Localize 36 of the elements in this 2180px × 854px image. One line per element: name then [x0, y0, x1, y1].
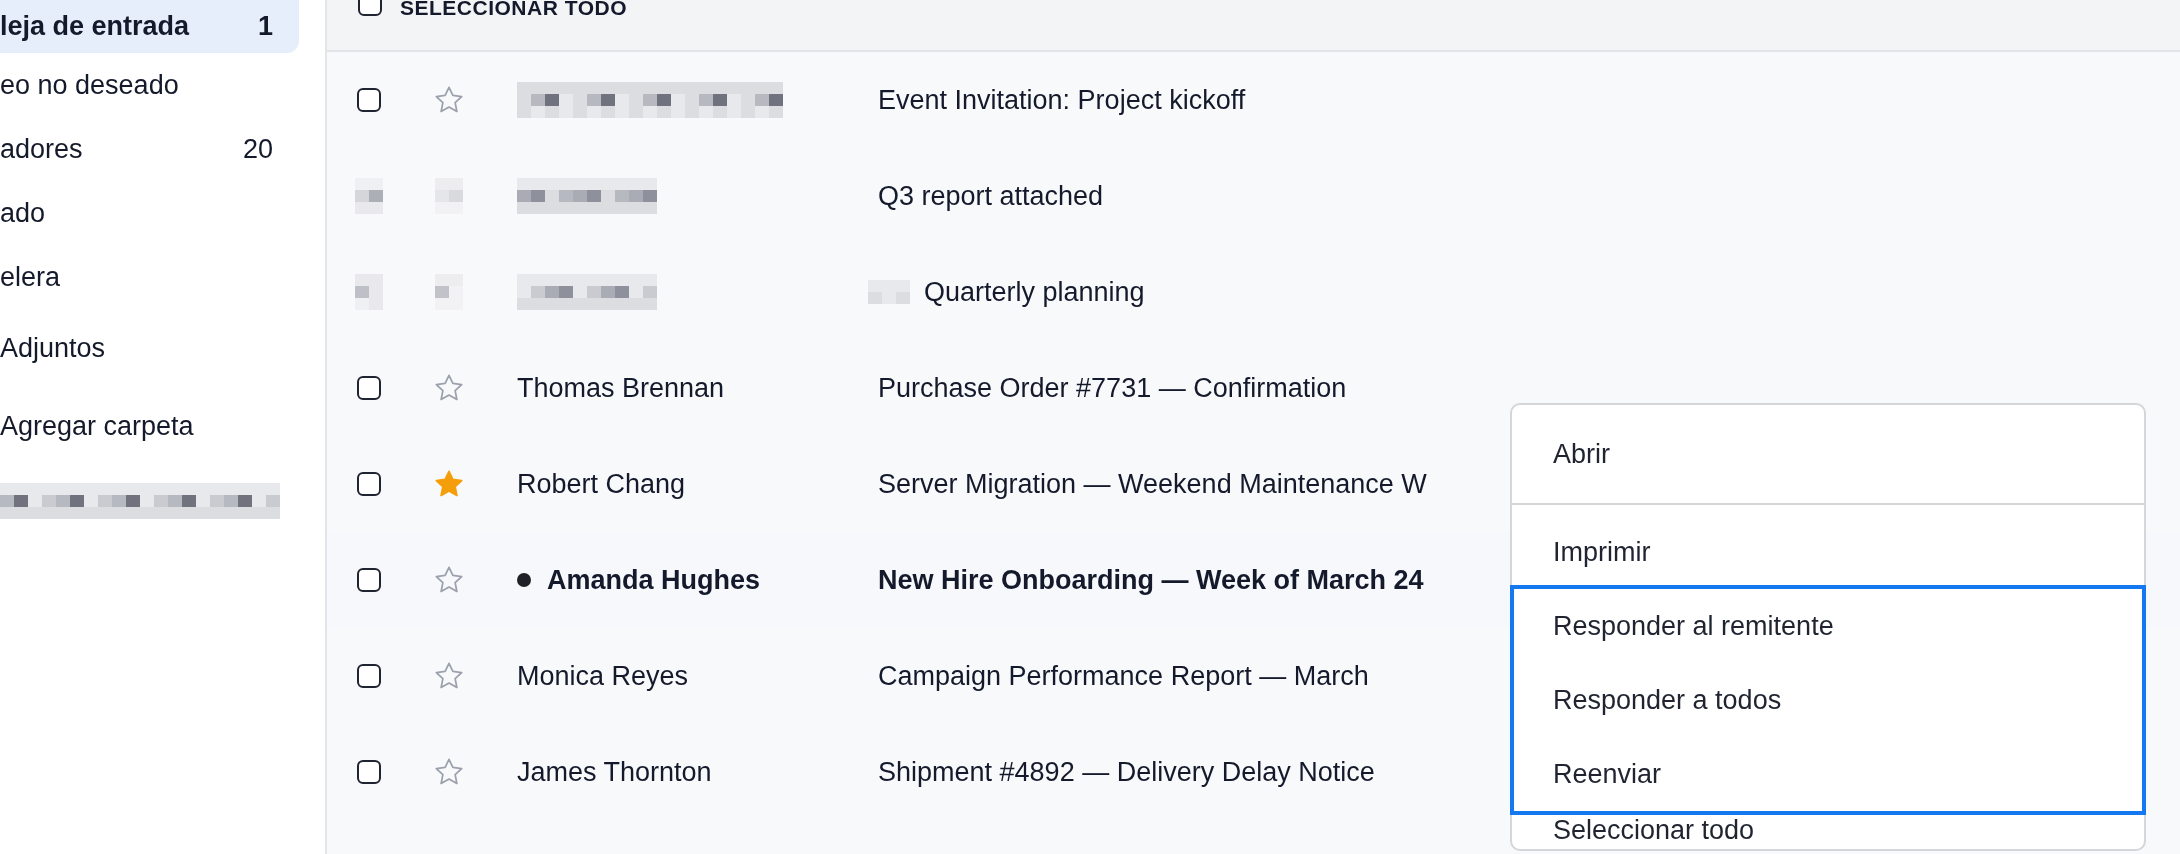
email-subject: Server Migration — Weekend Maintenance W: [878, 468, 1427, 500]
folder-item[interactable]: elera: [0, 245, 299, 309]
folder-item[interactable]: ado: [0, 181, 299, 245]
sender-name: Monica Reyes: [517, 660, 689, 692]
row-checkbox[interactable]: [356, 760, 381, 784]
menu-item[interactable]: Responder al remitente: [1510, 585, 2146, 663]
folder-item[interactable]: Adjuntos: [0, 309, 299, 387]
email-subject: Campaign Performance Report — March: [878, 660, 1369, 692]
sender-name: James Thornton: [517, 756, 712, 788]
menu-item[interactable]: Responder a todos: [1510, 663, 2146, 737]
row-checkbox[interactable]: [356, 472, 381, 496]
row-checkbox[interactable]: [356, 88, 381, 112]
redaction-mosaic: [435, 178, 463, 214]
email-subject: Shipment #4892 — Delivery Delay Notice: [878, 756, 1375, 788]
sender-name: Robert Chang: [517, 468, 686, 500]
row-checkbox[interactable]: [356, 568, 381, 592]
select-all-label: SELECCIONAR TODO: [400, 0, 627, 20]
redaction-mosaic: [354, 274, 383, 310]
email-subject: Purchase Order #7731 — Confirmation: [878, 372, 1347, 404]
row-checkbox[interactable]: [356, 376, 381, 400]
redaction-mosaic: [354, 178, 383, 214]
folder-item[interactable]: Agregar carpeta: [0, 387, 299, 465]
email-subject: New Hire Onboarding — Week of March 24: [878, 564, 1424, 596]
sender-name: Amanda Hughes: [547, 564, 761, 596]
redaction-mosaic: [435, 274, 463, 310]
folder-item[interactable]: leja de entrada 1: [0, 0, 299, 53]
menu-item[interactable]: Reenviar: [1510, 737, 2146, 815]
email-subject: Quarterly planning: [924, 276, 1145, 308]
folder-item[interactable]: eo no deseado: [0, 53, 299, 117]
folder-item[interactable]: adores 20: [0, 117, 299, 181]
unread-dot: [517, 573, 531, 587]
menu-item[interactable]: Abrir: [1512, 405, 2144, 505]
email-subject: Event Invitation: Project kickoff: [878, 84, 1246, 116]
email-subject: Q3 report attached: [878, 180, 1104, 212]
sender-name: Thomas Brennan: [517, 372, 725, 404]
row-checkbox[interactable]: [356, 664, 381, 688]
